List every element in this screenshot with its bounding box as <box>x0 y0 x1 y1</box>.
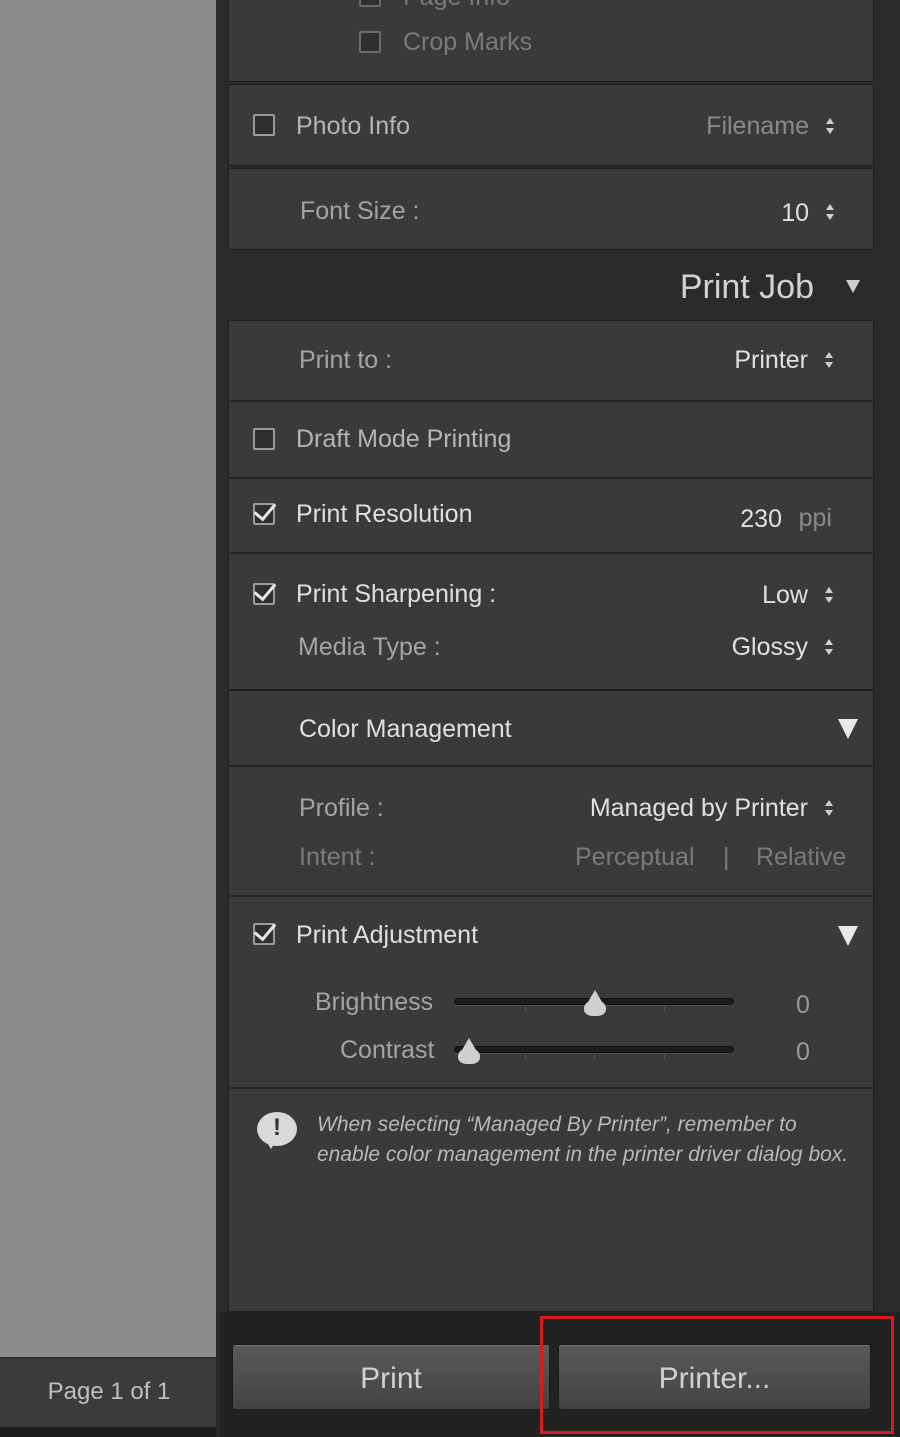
photo-info-checkbox[interactable] <box>253 114 275 136</box>
divider <box>228 477 874 479</box>
print-sharpening-stepper-icon[interactable] <box>824 586 834 604</box>
print-preview-area <box>0 0 218 1357</box>
print-to-stepper-icon[interactable] <box>824 351 834 369</box>
divider <box>228 400 874 402</box>
printer-button-highlight <box>540 1316 894 1434</box>
contrast-value[interactable]: 0 <box>796 1038 810 1067</box>
divider <box>228 552 874 554</box>
warning-speech-bubble-icon: ! <box>257 1112 297 1149</box>
divider <box>228 765 874 767</box>
divider <box>228 895 874 897</box>
intent-label: Intent : <box>299 843 376 871</box>
divider <box>228 689 874 691</box>
page-indicator: Page 1 of 1 <box>0 1357 218 1427</box>
managed-by-printer-note: When selecting “Managed By Printer”, rem… <box>317 1110 857 1170</box>
print-button[interactable]: Print <box>232 1344 550 1410</box>
print-to-select[interactable]: Printer <box>734 346 808 375</box>
print-button-label: Print <box>360 1362 422 1395</box>
page-info-checkbox[interactable] <box>359 0 381 7</box>
print-job-title: Print Job <box>679 268 814 306</box>
font-size-stepper-icon[interactable] <box>825 203 835 221</box>
print-sharpening-select[interactable]: Low <box>762 581 808 610</box>
color-management-title: Color Management <box>299 715 512 743</box>
print-resolution-label: Print Resolution <box>296 500 473 528</box>
color-management-collapse-icon[interactable] <box>838 719 858 739</box>
media-type-stepper-icon[interactable] <box>824 638 834 656</box>
brightness-label: Brightness <box>315 988 434 1016</box>
crop-marks-checkbox[interactable] <box>359 31 381 53</box>
note-line-1: When selecting “Managed By Printer”, rem… <box>317 1113 797 1136</box>
profile-stepper-icon[interactable] <box>824 799 834 817</box>
photo-info-row: Photo Info Filename <box>228 84 874 166</box>
note-line-2: enable color management in the printer d… <box>317 1143 849 1166</box>
photo-info-stepper-icon[interactable] <box>825 117 835 135</box>
print-resolution-checkbox[interactable] <box>253 503 275 525</box>
contrast-slider-track[interactable] <box>454 1046 734 1059</box>
print-sharpening-label: Print Sharpening : <box>296 580 497 608</box>
media-type-label: Media Type : <box>298 633 441 661</box>
page-indicator-text: Page 1 of 1 <box>47 1378 171 1405</box>
intent-relative-option[interactable]: Relative <box>756 843 846 872</box>
divider <box>228 1087 874 1089</box>
font-size-select[interactable]: 10 <box>781 199 809 228</box>
print-sharpening-checkbox[interactable] <box>253 583 275 605</box>
photo-info-select[interactable]: Filename <box>706 112 809 141</box>
photo-info-label: Photo Info <box>296 112 410 140</box>
print-adjustment-title: Print Adjustment <box>296 921 479 949</box>
brightness-slider-thumb[interactable] <box>584 990 606 1016</box>
intent-perceptual-option[interactable]: Perceptual <box>575 843 695 872</box>
font-size-label: Font Size : <box>300 197 420 225</box>
print-adjustment-collapse-icon[interactable] <box>838 926 858 946</box>
page-options-box: Page Info Crop Marks <box>228 0 874 82</box>
draft-mode-label: Draft Mode Printing <box>296 425 512 453</box>
right-panel: Page Info Crop Marks Photo Info Filename… <box>220 0 900 1437</box>
contrast-slider-thumb[interactable] <box>458 1038 480 1064</box>
draft-mode-checkbox[interactable] <box>253 428 275 450</box>
collapse-triangle-icon[interactable] <box>846 280 860 293</box>
print-resolution-input[interactable]: 230 <box>740 505 782 534</box>
print-resolution-unit: ppi <box>798 504 832 532</box>
profile-select[interactable]: Managed by Printer <box>590 794 808 823</box>
print-job-header[interactable]: Print Job <box>228 252 874 318</box>
font-size-row: Font Size : 10 <box>228 168 874 250</box>
media-type-select[interactable]: Glossy <box>732 633 808 662</box>
profile-label: Profile : <box>299 794 384 822</box>
page-info-label: Page Info <box>403 0 510 12</box>
print-to-label: Print to : <box>299 346 393 374</box>
brightness-value[interactable]: 0 <box>796 991 810 1020</box>
contrast-label: Contrast <box>340 1036 435 1064</box>
print-adjustment-checkbox[interactable] <box>253 923 275 945</box>
crop-marks-label: Crop Marks <box>403 28 533 56</box>
intent-separator: | <box>723 843 730 871</box>
